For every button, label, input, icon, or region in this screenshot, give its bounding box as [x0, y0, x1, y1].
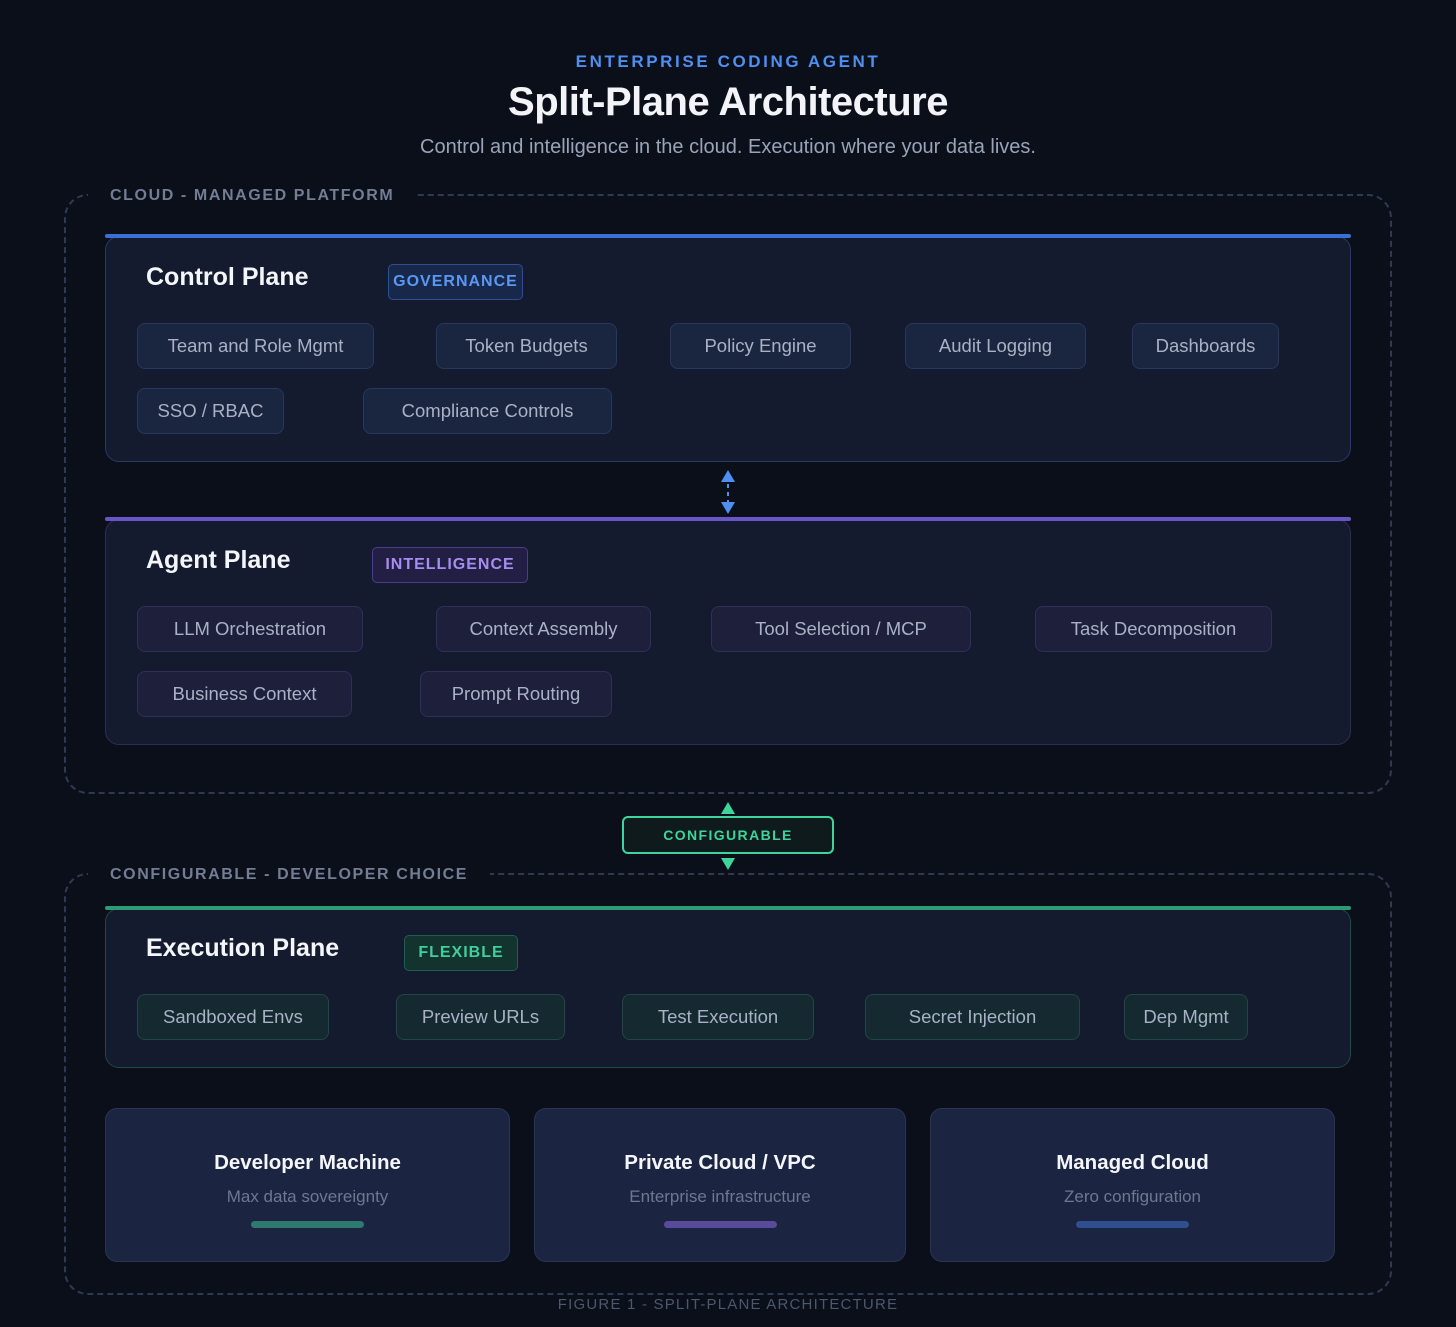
card-subtitle: Zero configuration — [1063, 1187, 1202, 1206]
chip-context-assembly: Context Assembly — [436, 606, 651, 652]
page-title: Split-Plane Architecture — [508, 80, 948, 124]
governance-badge: GOVERNANCE — [388, 264, 523, 300]
cloud-zone-label: CLOUD - MANAGED PLATFORM — [88, 187, 417, 205]
page-subtitle: Control and intelligence in the cloud. E… — [420, 136, 1036, 158]
chip-policy-engine: Policy Engine — [670, 323, 851, 369]
agent-plane-accent — [105, 517, 1351, 521]
chip-sso-rbac: SSO / RBAC — [137, 388, 284, 434]
configurable-zone-label: CONFIGURABLE - DEVELOPER CHOICE — [88, 866, 491, 884]
chip-compliance-controls: Compliance Controls — [363, 388, 612, 434]
execution-plane — [105, 908, 1351, 1068]
configurable-label: CONFIGURABLE — [622, 816, 834, 854]
execution-plane-title: Execution Plane — [146, 934, 340, 962]
card-subtitle: Max data sovereignty — [226, 1187, 389, 1206]
chip-dashboards: Dashboards — [1132, 323, 1279, 369]
intelligence-badge: INTELLIGENCE — [372, 547, 528, 583]
chip-team-role-mgmt: Team and Role Mgmt — [137, 323, 374, 369]
card-title: Private Cloud / VPC — [624, 1151, 816, 1174]
chip-dep-mgmt: Dep Mgmt — [1124, 994, 1248, 1040]
card-subtitle: Enterprise infrastructure — [629, 1187, 811, 1206]
card-title: Developer Machine — [214, 1151, 401, 1174]
figure-caption: FIGURE 1 - SPLIT-PLANE ARCHITECTURE — [557, 1296, 899, 1313]
chip-test-execution: Test Execution — [622, 994, 814, 1040]
chip-token-budgets: Token Budgets — [436, 323, 617, 369]
chip-prompt-routing: Prompt Routing — [420, 671, 612, 717]
card-private-cloud-vpc: Private Cloud / VPC Enterprise infrastru… — [534, 1108, 906, 1262]
card-accent-bar — [251, 1221, 364, 1228]
chip-preview-urls: Preview URLs — [396, 994, 565, 1040]
header-eyebrow: ENTERPRISE CODING AGENT — [575, 52, 881, 71]
agent-plane-title: Agent Plane — [146, 546, 291, 574]
execution-plane-accent — [105, 906, 1351, 910]
card-managed-cloud: Managed Cloud Zero configuration — [930, 1108, 1335, 1262]
chip-tool-selection-mcp: Tool Selection / MCP — [711, 606, 971, 652]
control-plane-accent — [105, 234, 1351, 238]
control-plane-title: Control Plane — [146, 263, 309, 291]
card-developer-machine: Developer Machine Max data sovereignty — [105, 1108, 510, 1262]
card-accent-bar — [1076, 1221, 1189, 1228]
card-accent-bar — [663, 1221, 777, 1228]
chip-business-context: Business Context — [137, 671, 352, 717]
chip-sandboxed-envs: Sandboxed Envs — [137, 994, 329, 1040]
bidirectional-arrow-icon — [721, 470, 735, 514]
chip-llm-orchestration: LLM Orchestration — [137, 606, 363, 652]
chip-audit-logging: Audit Logging — [905, 323, 1086, 369]
chip-task-decomposition: Task Decomposition — [1035, 606, 1272, 652]
chip-secret-injection: Secret Injection — [865, 994, 1080, 1040]
flexible-badge: FLEXIBLE — [404, 935, 518, 971]
card-title: Managed Cloud — [1056, 1151, 1209, 1174]
